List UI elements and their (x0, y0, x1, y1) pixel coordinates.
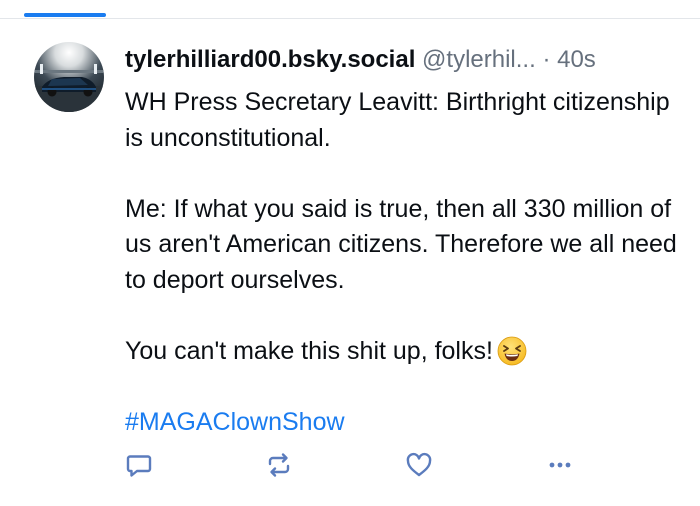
heart-icon (406, 452, 432, 477)
post-view: tylerhilliard00.bsky.social @tylerhil...… (0, 0, 700, 506)
repost-icon (268, 453, 290, 477)
avatar-photo (34, 42, 104, 112)
post-header: tylerhilliard00.bsky.social @tylerhil...… (125, 44, 695, 76)
post-text: WH Press Secretary Leavitt: Birthright c… (125, 85, 685, 440)
active-tab-indicator[interactable] (24, 13, 106, 17)
author-handle[interactable]: @tylerhil... (422, 46, 536, 73)
reply-icon (126, 455, 152, 477)
hashtag-link[interactable]: #MAGAClownShow (125, 405, 685, 441)
laughing-face-emoji-icon (497, 336, 527, 366)
avatar[interactable] (34, 42, 104, 112)
post-line: You can't make this shit up, folks! (125, 334, 685, 370)
repost-button[interactable] (261, 447, 297, 483)
more-options-button[interactable] (542, 447, 578, 483)
more-icon (549, 462, 571, 468)
tab-bar (0, 0, 700, 19)
post-line: Me: If what you said is true, then all 3… (125, 194, 677, 294)
author-display-name[interactable]: tylerhilliard00.bsky.social (125, 46, 415, 73)
post-line-text: You can't make this shit up, folks! (125, 336, 493, 365)
post-timestamp[interactable]: 40s (557, 46, 596, 73)
reply-button[interactable] (121, 447, 157, 483)
separator-dot: · (542, 46, 551, 73)
post-actions (0, 447, 700, 487)
like-button[interactable] (401, 447, 437, 483)
post-line: WH Press Secretary Leavitt: Birthright c… (125, 88, 670, 152)
